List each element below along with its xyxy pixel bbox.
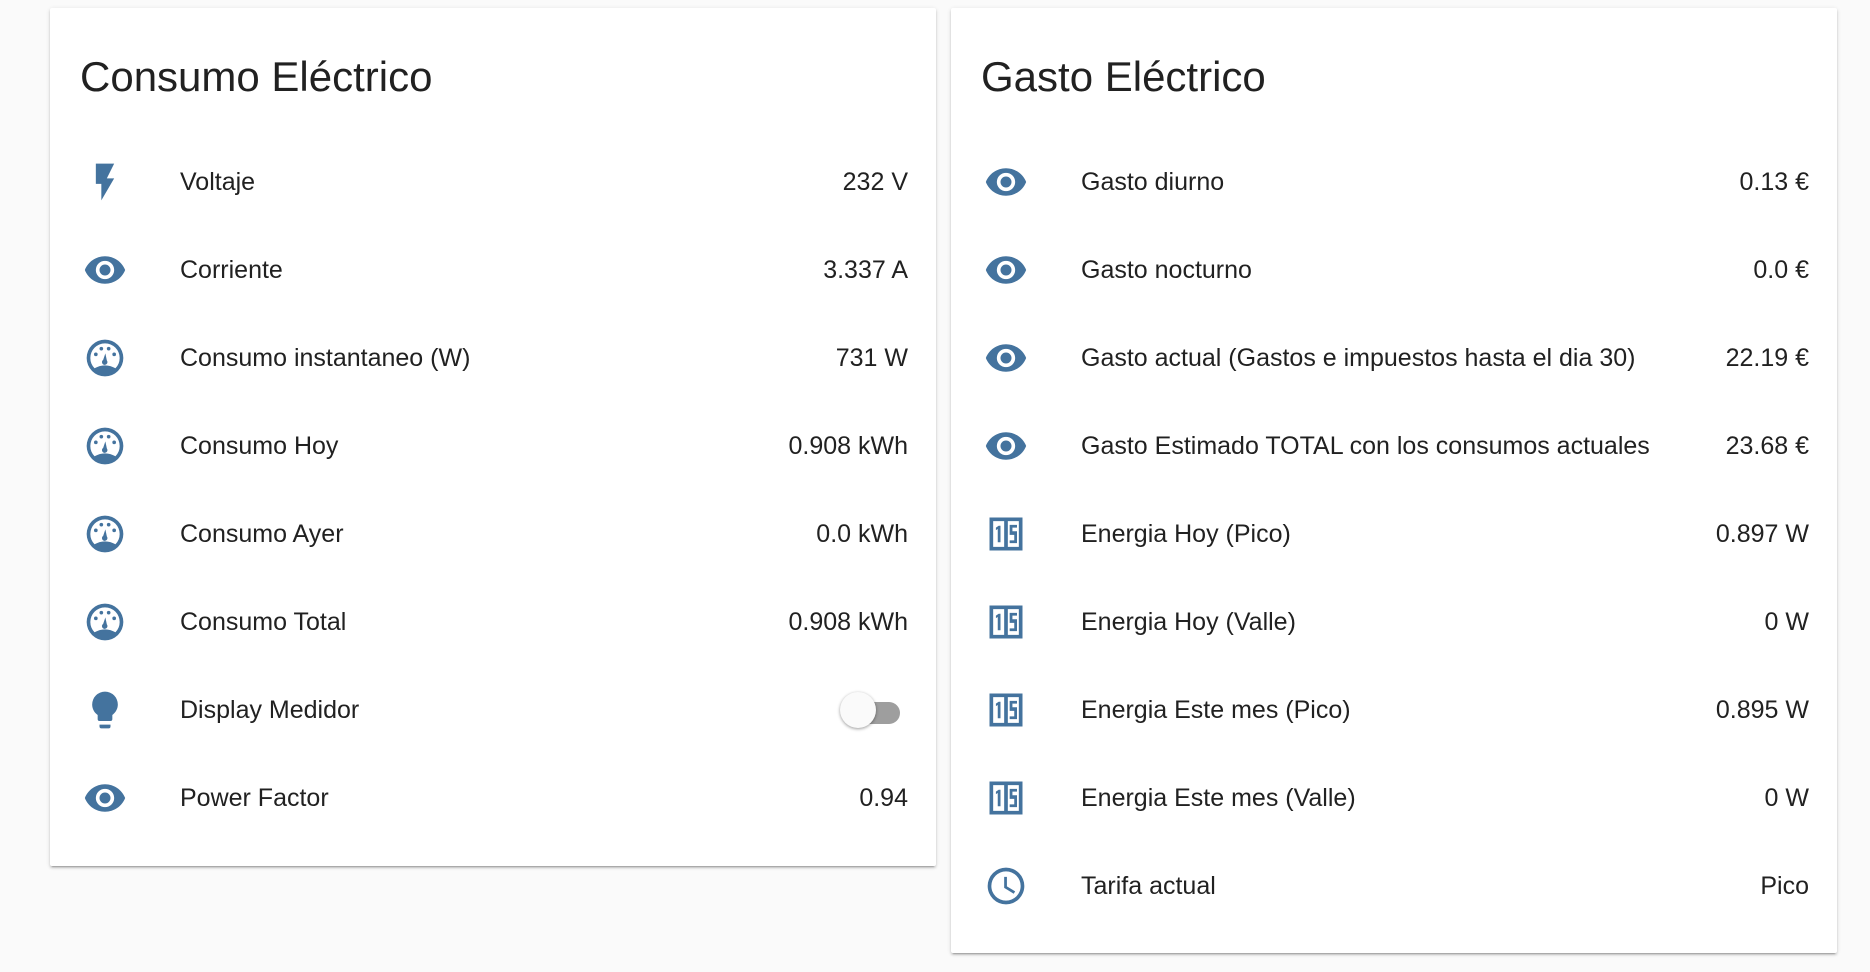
eye-icon <box>981 421 1031 471</box>
eye-icon <box>981 333 1031 383</box>
eye-icon <box>981 245 1031 295</box>
row-value: 0 W <box>1764 783 1809 812</box>
numeric-icon <box>981 685 1031 735</box>
eye-icon <box>80 245 130 295</box>
row-value: 0.94 <box>859 783 908 812</box>
row-value: 23.68 € <box>1725 431 1809 460</box>
row-value: 0.895 W <box>1715 695 1809 724</box>
gasto-card: Gasto Eléctrico Gasto diurno 0.13 € Gast… <box>951 8 1837 953</box>
row-value: 0.908 kWh <box>788 607 908 636</box>
row-gasto-nocturno[interactable]: Gasto nocturno 0.0 € <box>951 226 1837 314</box>
clock-icon <box>981 861 1031 911</box>
row-value: 0.0 € <box>1753 255 1809 284</box>
row-label: Energia Este mes (Pico) <box>1081 695 1351 724</box>
row-consumo-instantaneo[interactable]: Consumo instantaneo (W) 731 W <box>50 314 936 402</box>
row-label: Gasto actual (Gastos e impuestos hasta e… <box>1081 343 1636 372</box>
row-gasto-diurno[interactable]: Gasto diurno 0.13 € <box>951 138 1837 226</box>
row-value: 0.13 € <box>1739 167 1809 196</box>
row-consumo-hoy[interactable]: Consumo Hoy 0.908 kWh <box>50 402 936 490</box>
row-power-factor[interactable]: Power Factor 0.94 <box>50 754 936 842</box>
row-energia-mes-pico[interactable]: Energia Este mes (Pico) 0.895 W <box>951 666 1837 754</box>
row-value: 0.897 W <box>1715 519 1809 548</box>
row-energia-hoy-valle[interactable]: Energia Hoy (Valle) 0 W <box>951 578 1837 666</box>
row-label: Energia Hoy (Valle) <box>1081 607 1296 636</box>
row-energia-mes-valle[interactable]: Energia Este mes (Valle) 0 W <box>951 754 1837 842</box>
row-tarifa-actual[interactable]: Tarifa actual Pico <box>951 842 1837 930</box>
consumo-card: Consumo Eléctrico Voltaje 232 V Corrient… <box>50 8 936 866</box>
row-label: Tarifa actual <box>1081 871 1216 900</box>
row-corriente[interactable]: Corriente 3.337 A <box>50 226 936 314</box>
row-value: 232 V <box>842 167 908 196</box>
toggle-knob <box>840 692 876 728</box>
row-label: Power Factor <box>180 783 329 812</box>
row-label: Gasto diurno <box>1081 167 1225 196</box>
gauge-icon <box>80 509 130 559</box>
row-value: 0.0 kWh <box>816 519 908 548</box>
row-energia-hoy-pico[interactable]: Energia Hoy (Pico) 0.897 W <box>951 490 1837 578</box>
row-voltaje[interactable]: Voltaje 232 V <box>50 138 936 226</box>
row-label: Consumo Hoy <box>180 431 339 460</box>
row-value: 3.337 A <box>823 255 908 284</box>
card-title: Gasto Eléctrico <box>981 53 1266 100</box>
gauge-icon <box>80 421 130 471</box>
display-medidor-toggle[interactable] <box>840 692 900 728</box>
row-label: Corriente <box>180 255 283 284</box>
numeric-icon <box>981 773 1031 823</box>
row-label: Voltaje <box>180 167 256 196</box>
row-consumo-ayer[interactable]: Consumo Ayer 0.0 kWh <box>50 490 936 578</box>
row-consumo-total[interactable]: Consumo Total 0.908 kWh <box>50 578 936 666</box>
row-label: Consumo Total <box>180 607 347 636</box>
row-label: Energia Este mes (Valle) <box>1081 783 1356 812</box>
row-value: Pico <box>1760 871 1809 900</box>
row-gasto-actual[interactable]: Gasto actual (Gastos e impuestos hasta e… <box>951 314 1837 402</box>
row-label: Consumo Ayer <box>180 519 344 548</box>
flash-icon <box>80 157 130 207</box>
numeric-icon <box>981 597 1031 647</box>
row-value: 22.19 € <box>1725 343 1809 372</box>
row-value: 0 W <box>1764 607 1809 636</box>
row-label: Gasto nocturno <box>1081 255 1252 284</box>
gauge-icon <box>80 333 130 383</box>
lightbulb-icon <box>80 685 130 735</box>
row-label: Energia Hoy (Pico) <box>1081 519 1291 548</box>
row-label: Consumo instantaneo (W) <box>180 343 471 372</box>
numeric-icon <box>981 509 1031 559</box>
row-value: 0.908 kWh <box>788 431 908 460</box>
eye-icon <box>981 157 1031 207</box>
card-title: Consumo Eléctrico <box>80 53 433 100</box>
row-label: Gasto Estimado TOTAL con los consumos ac… <box>1081 431 1650 460</box>
row-gasto-estimado[interactable]: Gasto Estimado TOTAL con los consumos ac… <box>951 402 1837 490</box>
gauge-icon <box>80 597 130 647</box>
row-display-medidor: Display Medidor <box>50 666 936 754</box>
eye-icon <box>80 773 130 823</box>
row-value: 731 W <box>835 343 908 372</box>
row-label: Display Medidor <box>180 695 360 724</box>
